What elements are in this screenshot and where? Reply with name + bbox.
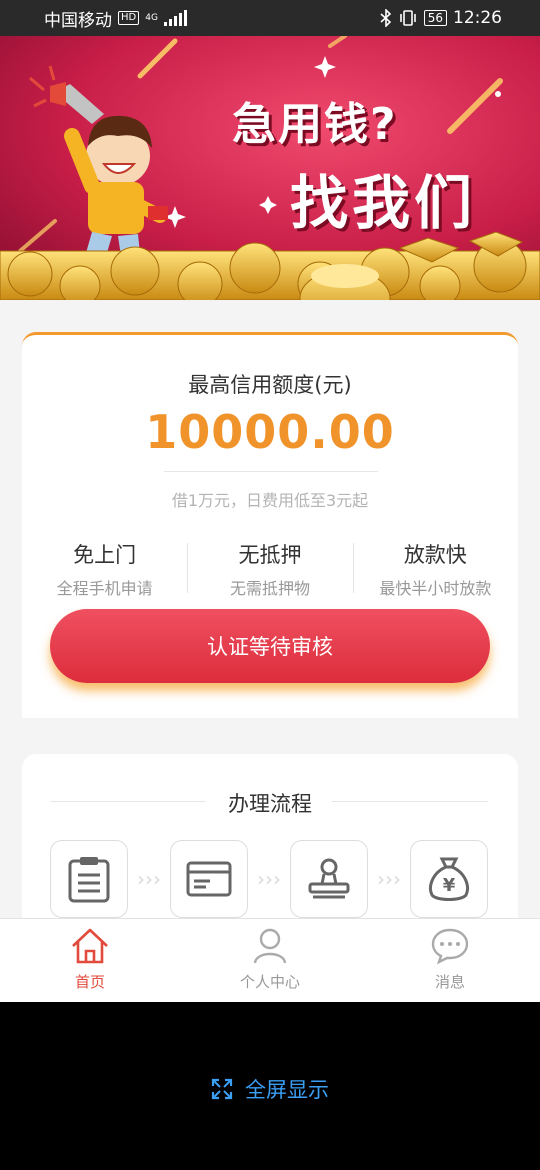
signal-icon [163, 10, 187, 26]
expand-icon [211, 1078, 233, 1100]
feature-desc: 最快半小时放款 [379, 579, 492, 598]
feature-desc: 全程手机申请 [56, 579, 153, 598]
card-icon [186, 861, 232, 897]
clock: 12:26 [453, 8, 502, 28]
tab-label: 个人中心 [239, 973, 300, 991]
credit-limit-amount: 10000.00 [145, 405, 395, 459]
tab-label: 消息 [434, 973, 465, 991]
tab-label: 首页 [74, 973, 105, 991]
carrier-name: 中国移动 [44, 10, 112, 31]
chevron-right-icon: ››› [257, 867, 281, 891]
main-content[interactable]: 最高信用额度(元) 10000.00 借1万元，日费用低至3元起 免上门 全程手… [0, 300, 540, 918]
process-title: 办理流程 [228, 792, 312, 816]
fullscreen-label: 全屏显示 [245, 1078, 329, 1102]
limit-divider [164, 471, 378, 472]
verify-pending-button[interactable]: 认证等待审核 [50, 609, 490, 683]
home-icon [72, 928, 108, 964]
process-step-review [290, 840, 368, 918]
person-icon [253, 928, 287, 964]
credit-limit-card: 最高信用额度(元) 10000.00 借1万元，日费用低至3元起 免上门 全程手… [22, 332, 518, 718]
promo-banner[interactable]: 急用钱? 找我们 [0, 36, 540, 300]
feature-item: 免上门 全程手机申请 [22, 539, 187, 599]
feature-title: 无抵押 [238, 543, 302, 567]
fullscreen-button[interactable]: 全屏显示 [0, 1074, 540, 1104]
divider-right [332, 801, 488, 802]
bluetooth-icon [380, 9, 391, 27]
bottom-tab-bar: 首页 个人中心 消息 [0, 918, 540, 1002]
feature-list: 免上门 全程手机申请 无抵押 无需抵押物 放款快 最快半小时放款 [22, 539, 518, 599]
clipboard-icon [68, 857, 110, 903]
network-type: 4G [145, 12, 158, 23]
process-steps: ››› ››› ››› ¥ [50, 840, 488, 918]
process-step-card [170, 840, 248, 918]
credit-limit-label: 最高信用额度(元) [188, 373, 352, 397]
process-step-apply [50, 840, 128, 918]
feature-item: 放款快 最快半小时放款 [352, 539, 518, 599]
feature-desc: 无需抵押物 [229, 579, 310, 598]
feature-title: 放款快 [403, 543, 467, 567]
tab-home[interactable]: 首页 [0, 919, 180, 1002]
banner-line-2: 找我们 [290, 169, 477, 237]
tab-messages[interactable]: 消息 [360, 919, 540, 1002]
hd-badge: HD [118, 11, 140, 25]
status-bar: 中国移动 HD 4G 56 12:26 [0, 0, 540, 36]
battery-indicator: 56 [423, 10, 447, 26]
chat-icon [431, 928, 469, 965]
fullscreen-bar: 全屏显示 [0, 1002, 540, 1170]
chevron-right-icon: ››› [137, 867, 161, 891]
banner-line-1: 急用钱? [232, 99, 398, 150]
fee-description: 借1万元，日费用低至3元起 [171, 491, 369, 510]
feature-title: 免上门 [73, 543, 137, 567]
chevron-right-icon: ››› [377, 867, 401, 891]
banner-slogan: 急用钱? 找我们 [232, 88, 476, 240]
stamp-icon [308, 858, 350, 899]
tab-profile[interactable]: 个人中心 [180, 919, 360, 1002]
svg-text:¥: ¥ [443, 875, 456, 896]
process-card: 办理流程 ››› ››› ››› ¥ [22, 754, 518, 918]
vibrate-icon [399, 10, 416, 26]
process-step-loan: ¥ [410, 840, 488, 918]
money-bag-icon: ¥ [429, 857, 469, 901]
feature-item: 无抵押 无需抵押物 [187, 539, 352, 599]
